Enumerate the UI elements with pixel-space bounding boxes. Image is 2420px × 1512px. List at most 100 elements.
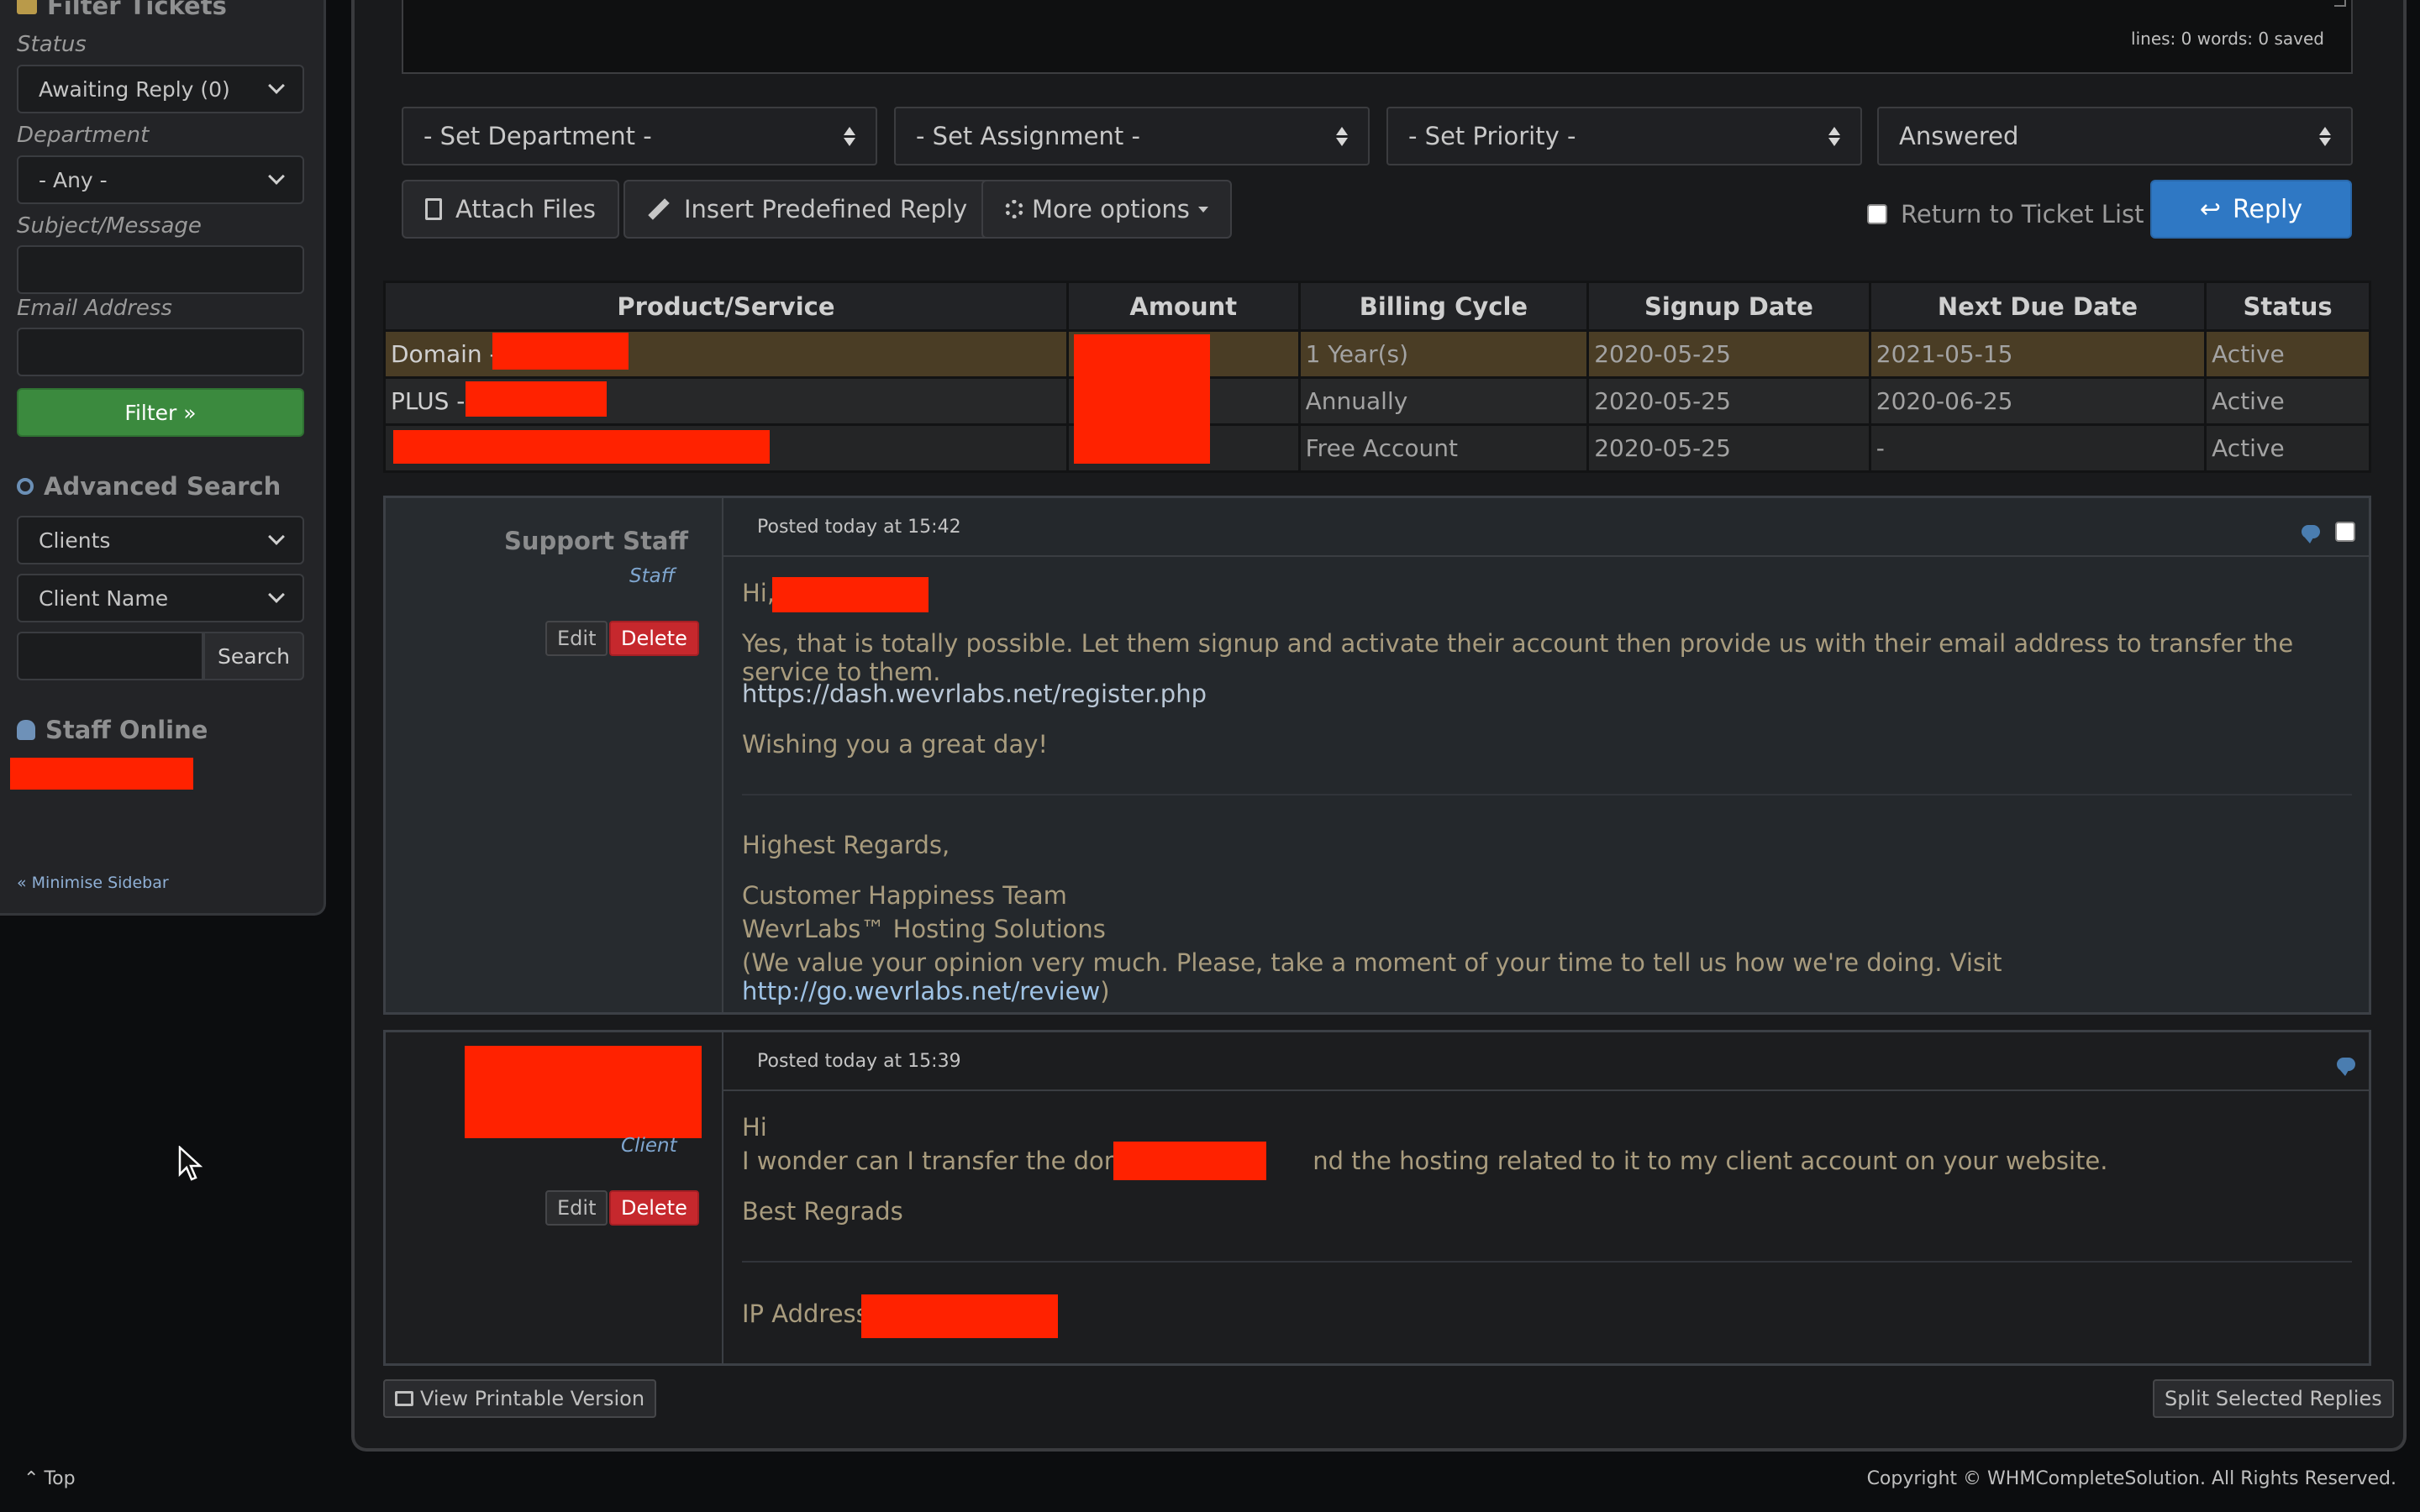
set-department-select[interactable]: - Set Department - [402, 107, 877, 165]
redacted-client-name [465, 1046, 702, 1138]
search-query-input[interactable] [17, 632, 203, 680]
billing-cycle-cell: Free Account [1297, 423, 1590, 473]
review-link[interactable]: http://go.wevrlabs.net/review [742, 977, 1100, 1005]
subject-input[interactable] [17, 245, 304, 294]
search-field-select[interactable]: Client Name [17, 574, 304, 622]
sort-arrows-icon [1828, 126, 1840, 146]
post-line: Yes, that is totally possible. Let them … [742, 629, 2294, 686]
set-assignment-select[interactable]: - Set Assignment - [894, 107, 1370, 165]
delete-button[interactable]: Delete [609, 621, 699, 656]
author-role: Staff [629, 565, 676, 587]
printer-icon [395, 1391, 413, 1406]
back-to-top-link[interactable]: ⌃ Top [24, 1468, 76, 1489]
chevron-down-icon [268, 528, 285, 545]
next-due-date-cell: 2021-05-15 [1868, 329, 2207, 379]
user-icon [17, 720, 35, 740]
column-header: Billing Cycle [1297, 281, 1590, 332]
chevron-down-icon [268, 168, 285, 185]
post-line: Best Regrads [742, 1197, 903, 1226]
staff-reply-post: Support Staff Staff Edit Delete Posted t… [383, 496, 2371, 1015]
comment-icon[interactable] [2337, 1058, 2355, 1076]
edit-button[interactable]: Edit [545, 1190, 608, 1226]
table-row[interactable]: Domain - 1 Year(s) 2020-05-25 2021-05-15… [383, 329, 2371, 379]
chevron-down-icon [268, 586, 285, 603]
redacted-product-name [393, 430, 770, 464]
subject-label: Subject/Message [17, 213, 202, 239]
copyright-text: Copyright © WHMCompleteSolution. All Rig… [1866, 1468, 2396, 1489]
posted-time: Posted today at 15:42 [757, 517, 961, 538]
divider [742, 1261, 2352, 1263]
search-type-select[interactable]: Clients [17, 516, 304, 564]
status-cell: Active [2204, 423, 2371, 473]
email-input[interactable] [17, 328, 304, 376]
view-printable-button[interactable]: View Printable Version [383, 1379, 657, 1418]
redacted-amounts [1074, 334, 1210, 464]
redacted-plan-name [466, 381, 607, 417]
divider [742, 794, 2352, 795]
department-select[interactable]: - Any - [17, 155, 304, 204]
billing-cycle-cell: Annually [1297, 376, 1590, 426]
status-select[interactable]: Awaiting Reply (0) [17, 65, 304, 113]
search-button[interactable]: Search [203, 632, 304, 680]
reply-textarea[interactable]: lines: 0 words: 0 saved [402, 0, 2353, 74]
minimise-sidebar-link[interactable]: « Minimise Sidebar [17, 874, 169, 892]
staff-online-heading: Staff Online [17, 716, 208, 744]
post-header: Posted today at 15:42 [723, 498, 2369, 557]
return-to-list-checkbox[interactable] [1867, 204, 1887, 224]
post-header: Posted today at 15:39 [723, 1032, 2369, 1091]
gear-icon [1005, 200, 1023, 218]
more-options-button[interactable]: More options [981, 180, 1232, 239]
edit-button[interactable]: Edit [545, 621, 608, 656]
register-link[interactable]: https://dash.wevrlabs.net/register.php [742, 680, 2352, 708]
select-reply-checkbox[interactable] [2335, 522, 2355, 542]
signature-line: (We value your opinion very much. Please… [742, 948, 2002, 1005]
set-status-select[interactable]: Answered [1877, 107, 2353, 165]
billing-cycle-cell: 1 Year(s) [1297, 329, 1590, 379]
post-line: Hi [742, 1113, 767, 1142]
post-author-panel: Support Staff Staff Edit Delete [386, 498, 723, 1012]
column-header: Amount [1065, 281, 1301, 332]
editor-counter: lines: 0 words: 0 saved [2131, 29, 2324, 49]
split-replies-button[interactable]: Split Selected Replies [2153, 1379, 2394, 1418]
redacted-domain-name [492, 333, 629, 370]
signature-line: Customer Happiness Team [742, 881, 1067, 910]
client-message-post: Client Edit Delete Posted today at 15:39… [383, 1030, 2371, 1366]
status-cell: Active [2204, 329, 2371, 379]
post-line: I wonder can I transfer the domain nd the… [742, 1147, 2108, 1175]
table-row[interactable]: PLUS - Annually 2020-05-25 2020-06-25 Ac… [383, 376, 2371, 426]
product-cell[interactable]: Domain - [383, 329, 1069, 379]
search-icon [17, 478, 34, 495]
redacted-staff-name [10, 758, 193, 790]
reply-arrow-icon: ↩ [2199, 194, 2222, 224]
signup-date-cell: 2020-05-25 [1586, 376, 1871, 426]
double-chevron-up-icon: ⌃ [24, 1468, 39, 1489]
column-header: Status [2204, 281, 2371, 332]
table-header-row: Product/Service Amount Billing Cycle Sig… [383, 281, 2371, 332]
sort-arrows-icon [844, 126, 855, 146]
attach-files-button[interactable]: Attach Files [402, 180, 620, 239]
filter-tickets-heading: Filter Tickets [17, 0, 227, 20]
status-cell: Active [2204, 376, 2371, 426]
insert-predefined-reply-button[interactable]: Insert Predefined Reply [623, 180, 992, 239]
redacted-domain-name [1113, 1142, 1266, 1180]
mouse-cursor-icon [178, 1146, 203, 1181]
caret-down-icon [1197, 206, 1208, 213]
comment-icon[interactable] [2302, 525, 2320, 543]
status-label: Status [17, 32, 87, 57]
return-to-list-toggle[interactable]: Return to Ticket List [1867, 200, 2144, 228]
department-label: Department [17, 123, 150, 148]
reply-button[interactable]: ↩ Reply [2150, 180, 2352, 239]
signup-date-cell: 2020-05-25 [1586, 423, 1871, 473]
column-header: Next Due Date [1868, 281, 2207, 332]
filter-button[interactable]: Filter » [17, 388, 304, 437]
next-due-date-cell: 2020-06-25 [1868, 376, 2207, 426]
sort-arrows-icon [1336, 126, 1348, 146]
author-role: Client [621, 1135, 677, 1157]
post-greeting: Hi, [742, 579, 776, 607]
delete-button[interactable]: Delete [609, 1190, 699, 1226]
next-due-date-cell: - [1868, 423, 2207, 473]
advanced-search-heading: Advanced Search [17, 472, 281, 501]
resize-handle-icon[interactable] [2334, 0, 2346, 7]
set-priority-select[interactable]: - Set Priority - [1386, 107, 1862, 165]
signature-line: Highest Regards, [742, 831, 950, 859]
